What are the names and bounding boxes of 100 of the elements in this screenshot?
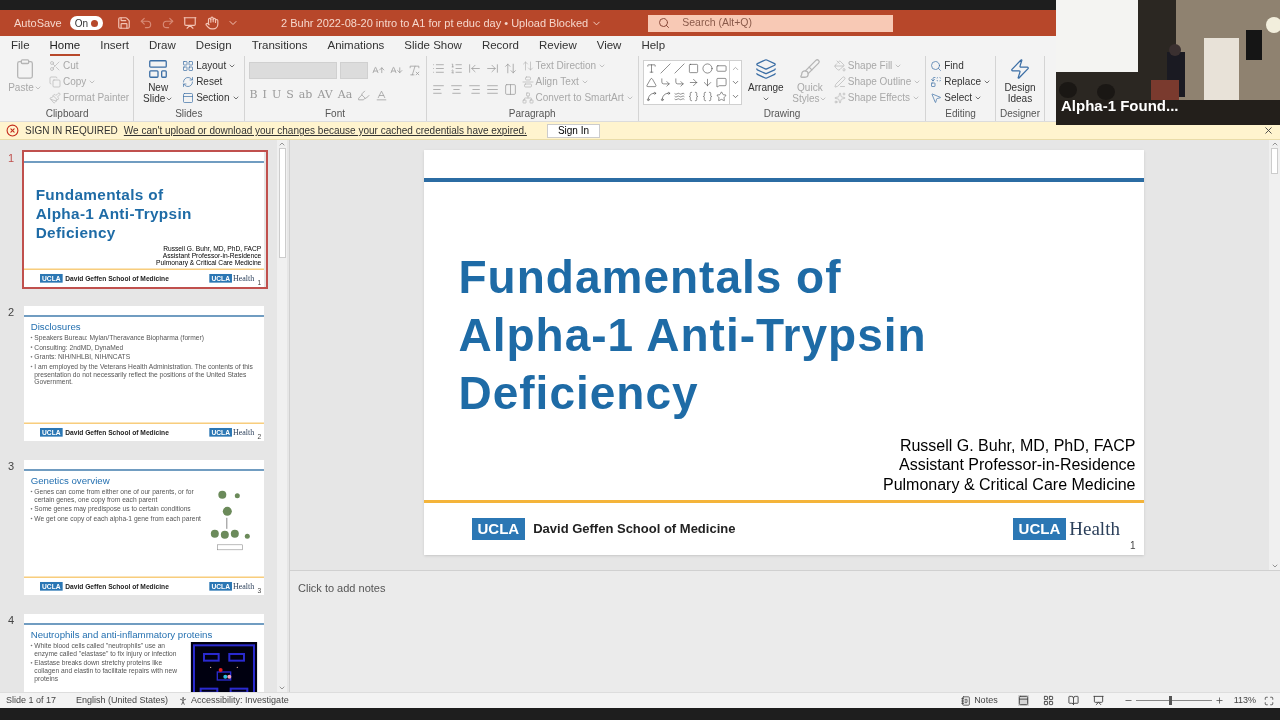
slide-canvas[interactable]: Fundamentals of Alpha-1 Anti-Trypsin Deficiency Russell G. Buhr, MD, PhD, FACP Assistant Professor-in-Residence Pulmonary & Critical Care Medicine UCLA David Geffen School of Medicine UCLA Health 1	[423, 150, 1144, 555]
ribbon-button[interactable]: New Slide	[138, 58, 179, 104]
slider-thumb[interactable]	[1168, 696, 1172, 705]
slide-sorter-icon[interactable]	[1042, 695, 1054, 706]
align-center-icon	[449, 83, 463, 96]
elbow-arrow-icon[interactable]	[673, 77, 685, 88]
arc-icon[interactable]	[659, 91, 671, 102]
clipboard-icon	[14, 58, 36, 80]
menu-tab[interactable]: Transitions	[251, 37, 308, 56]
group-label: Paragraph	[507, 107, 557, 121]
notes-pane[interactable]: Click to add notes	[290, 570, 1280, 692]
ribbon-button[interactable]: Replace	[930, 75, 991, 89]
normal-view-icon[interactable]	[1017, 695, 1029, 706]
menu-tab[interactable]: Slide Show	[404, 37, 462, 56]
scrollbar[interactable]	[1269, 140, 1280, 570]
layout-icon	[182, 60, 195, 72]
quick-styles-icon	[798, 58, 821, 80]
font-color-icon	[375, 88, 389, 102]
scroll-up-icon[interactable]	[1270, 140, 1279, 148]
author-line: Pulmonary & Critical Care Medicine	[882, 474, 1136, 494]
scroll-thumb[interactable]	[1271, 148, 1278, 174]
ribbon-button[interactable]: Layout	[182, 59, 240, 73]
touch-mode-icon[interactable]	[205, 16, 220, 30]
close-icon[interactable]	[1263, 125, 1274, 136]
zoom-percent[interactable]: 113%	[1233, 693, 1256, 708]
ribbon-button[interactable]: Find	[930, 59, 991, 73]
bullets-icon	[431, 62, 445, 75]
language-status[interactable]: English (United States)	[76, 693, 169, 708]
sign-in-button[interactable]: Sign In	[546, 123, 601, 138]
connector-icon[interactable]	[659, 77, 671, 88]
menu-tab[interactable]: Animations	[327, 37, 385, 56]
redo-icon[interactable]	[161, 16, 176, 30]
zoom-slider[interactable]	[1135, 696, 1212, 705]
callout-icon[interactable]	[715, 77, 727, 88]
reading-view-icon[interactable]	[1067, 695, 1079, 706]
rounded-rectangle-icon[interactable]	[715, 63, 727, 74]
caret-icon	[228, 62, 237, 70]
line-icon[interactable]	[659, 63, 671, 74]
scroll-up-icon[interactable]	[278, 140, 286, 148]
text-box-icon[interactable]	[645, 63, 657, 74]
scroll-thumb[interactable]	[278, 148, 286, 258]
search-field[interactable]: Search (Alt+Q)	[648, 14, 894, 32]
scrollbar[interactable]	[277, 140, 287, 692]
accessibility-status[interactable]: Accessibility: Investigate	[178, 693, 289, 708]
triangle-icon[interactable]	[645, 77, 657, 88]
left-brace-icon[interactable]	[687, 91, 699, 102]
right-brace-icon[interactable]	[701, 91, 713, 102]
group-label: Editing	[944, 107, 977, 121]
search-icon	[930, 60, 943, 72]
scroll-down-icon[interactable]	[1270, 562, 1279, 570]
pointer-icon	[930, 92, 943, 104]
notification-link[interactable]: We can't upload or download your changes because your cached credentials have expired.	[123, 123, 527, 138]
notes-button[interactable]: Notes	[961, 693, 998, 708]
toggle-knob	[91, 19, 99, 27]
down-arrow-icon[interactable]	[701, 77, 713, 88]
menu-tab[interactable]: Help	[641, 37, 666, 56]
scroll-down-icon[interactable]	[730, 78, 740, 87]
menu-tab[interactable]: Draw	[149, 37, 176, 56]
logo-text: Health	[232, 581, 255, 593]
line-spacing-icon	[503, 62, 517, 75]
slide-number: 4	[7, 613, 16, 628]
menu-tab[interactable]: View	[596, 37, 622, 56]
justify-icon	[485, 83, 499, 96]
paintbrush-icon	[49, 92, 61, 104]
caret-icon	[231, 94, 240, 102]
right-arrow-icon[interactable]	[687, 77, 699, 88]
menu-tab[interactable]: Insert	[100, 37, 129, 56]
text-direction-icon	[521, 60, 534, 72]
scroll-down-icon[interactable]	[278, 684, 286, 692]
ribbon-button[interactable]: Reset	[182, 75, 240, 89]
menu-tab[interactable]: Review	[539, 37, 577, 56]
caret-icon	[625, 94, 634, 102]
align-text-icon	[521, 76, 534, 88]
undo-icon[interactable]	[139, 16, 154, 30]
star-icon[interactable]	[715, 91, 727, 102]
group-label: Slides	[174, 107, 204, 121]
oval-icon[interactable]	[701, 63, 713, 74]
ribbon-button[interactable]: Design Ideas	[999, 58, 1040, 104]
menu-tab[interactable]: Design	[195, 37, 232, 56]
clear-format-icon	[407, 64, 421, 77]
autosave-toggle[interactable]: On	[69, 16, 104, 30]
save-icon[interactable]	[117, 16, 132, 30]
document-title[interactable]: 2 Buhr 2022-08-20 intro to A1 for pt educ day • Upload Blocked	[281, 14, 603, 32]
accessibility-icon	[178, 695, 189, 706]
rectangle-icon[interactable]	[687, 63, 699, 74]
ribbon-button[interactable]: Arrange	[745, 58, 786, 104]
zoom-in-icon[interactable]	[1214, 696, 1224, 705]
freeform-icon[interactable]	[645, 91, 657, 102]
menu-tab[interactable]: Record	[481, 37, 519, 56]
fit-slide-icon[interactable]	[1264, 695, 1274, 706]
group-label: Clipboard	[44, 107, 90, 121]
shape-gallery[interactable]	[642, 60, 742, 105]
highlighter-icon	[357, 88, 371, 102]
increase-indent-icon	[485, 62, 499, 75]
ribbon-button[interactable]: Section	[182, 91, 240, 105]
ribbon-button[interactable]: Select	[930, 91, 991, 105]
presentation-icon[interactable]	[183, 16, 198, 30]
curve-icon[interactable]	[673, 91, 685, 102]
slideshow-icon[interactable]	[1092, 695, 1104, 706]
menu-tab[interactable]: File	[11, 37, 30, 56]
